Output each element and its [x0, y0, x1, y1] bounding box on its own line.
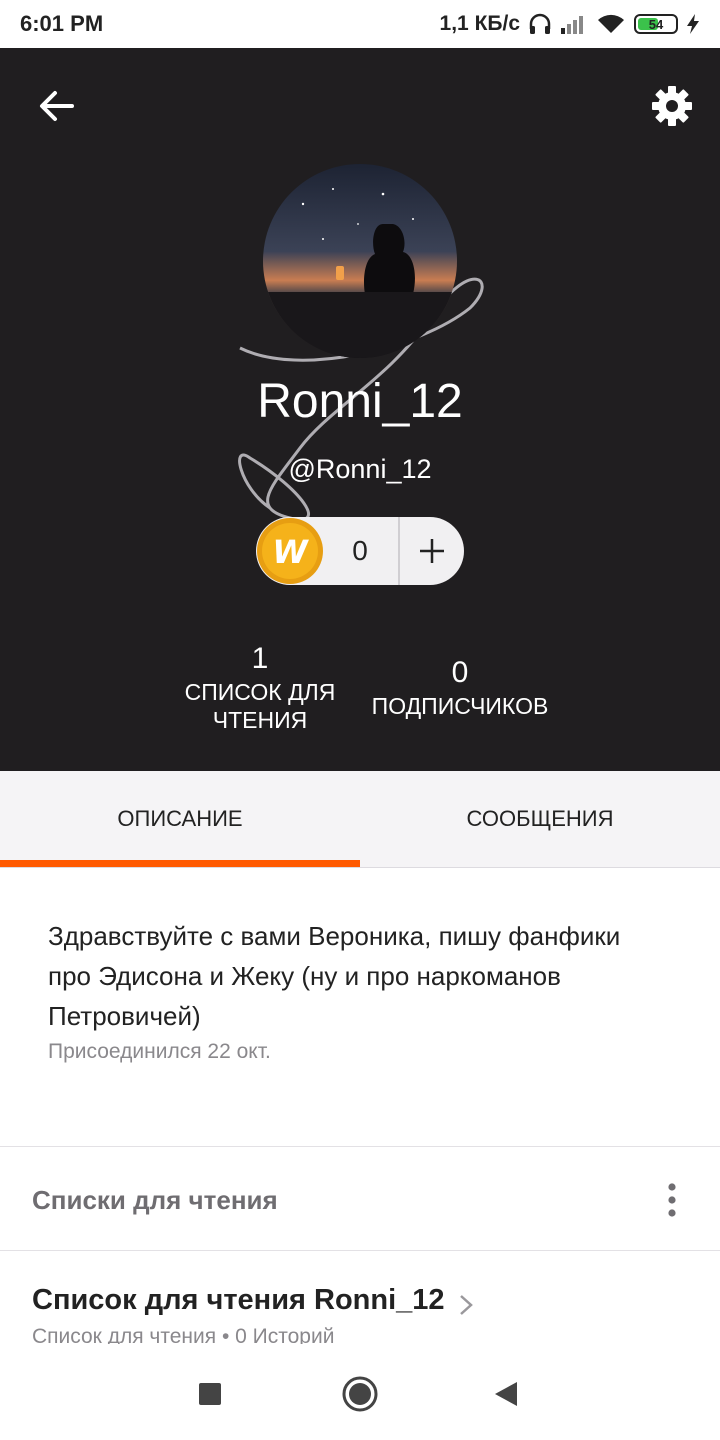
reading-list-item[interactable]: Список для чтения Ronni_12 Список для чт…	[32, 1284, 692, 1349]
followers-label: ПОДПИСЧИКОВ	[371, 693, 549, 719]
arrow-left-icon	[40, 91, 74, 121]
divider	[0, 1146, 720, 1147]
profile-tabs: ОПИСАНИЕ СООБЩЕНИЯ	[0, 771, 720, 868]
avatar-image	[263, 164, 457, 358]
gear-icon	[652, 86, 692, 126]
back-button[interactable]	[34, 84, 78, 128]
tab-about[interactable]: ОПИСАНИЕ	[0, 771, 360, 867]
username: Ronni_12	[257, 375, 463, 428]
followers-stat[interactable]: 0 ПОДПИСЧИКОВ	[360, 656, 560, 720]
battery-icon: 54	[634, 14, 678, 34]
plus-icon	[420, 539, 444, 563]
more-vertical-icon	[668, 1183, 676, 1217]
about-section: Здравствуйте с вами Вероника, пишу фанфи…	[48, 916, 668, 1064]
coin-letter: W	[272, 533, 309, 571]
status-bar: 6:01 PM 1,1 КБ/с 54	[0, 0, 720, 48]
more-options-button[interactable]	[652, 1176, 692, 1224]
reading-lists-label: СПИСОК ДЛЯ ЧТЕНИЯ	[184, 679, 336, 733]
joined-date: Присоединился 22 окт.	[48, 1040, 271, 1063]
reading-lists-count: 1	[251, 642, 269, 675]
back-nav-button[interactable]	[482, 1370, 530, 1418]
status-time: 6:01 PM	[20, 11, 104, 36]
followers-count: 0	[451, 656, 469, 689]
coins-widget: W 0	[256, 517, 464, 585]
home-button[interactable]	[336, 1370, 384, 1418]
wifi-icon	[596, 13, 626, 35]
charging-icon	[686, 13, 700, 35]
user-handle: @Ronni_12	[288, 454, 432, 484]
chevron-right-icon	[460, 1294, 473, 1315]
headphones-icon	[528, 13, 552, 35]
divider	[0, 1250, 720, 1251]
reading-lists-header: Списки для чтения	[32, 1176, 692, 1224]
battery-level: 54	[648, 16, 664, 32]
network-speed: 1,1 КБ/с	[439, 12, 520, 35]
profile-header: Ronni_12 @Ronni_12 W 0 1 СПИСОК ДЛЯ ЧТЕН…	[0, 48, 720, 771]
coin-count: 0	[352, 535, 368, 566]
avatar[interactable]	[263, 164, 457, 358]
system-nav-bar	[0, 1344, 720, 1440]
tab-messages[interactable]: СООБЩЕНИЯ	[360, 771, 720, 867]
signal-icon	[560, 14, 588, 34]
square-icon	[199, 1383, 221, 1405]
about-text: Здравствуйте с вами Вероника, пишу фанфи…	[48, 921, 621, 1031]
status-indicators: 1,1 КБ/с 54	[440, 12, 700, 36]
section-title: Списки для чтения	[32, 1184, 278, 1215]
reading-lists-stat[interactable]: 1 СПИСОК ДЛЯ ЧТЕНИЯ	[170, 642, 350, 734]
circle-icon	[342, 1376, 378, 1412]
settings-button[interactable]	[648, 82, 696, 130]
coin-icon: W	[256, 517, 324, 585]
add-coins-button[interactable]	[400, 517, 464, 585]
triangle-back-icon	[495, 1382, 517, 1406]
reading-list-title: Список для чтения Ronni_12	[32, 1284, 445, 1316]
recents-button[interactable]	[186, 1370, 234, 1418]
